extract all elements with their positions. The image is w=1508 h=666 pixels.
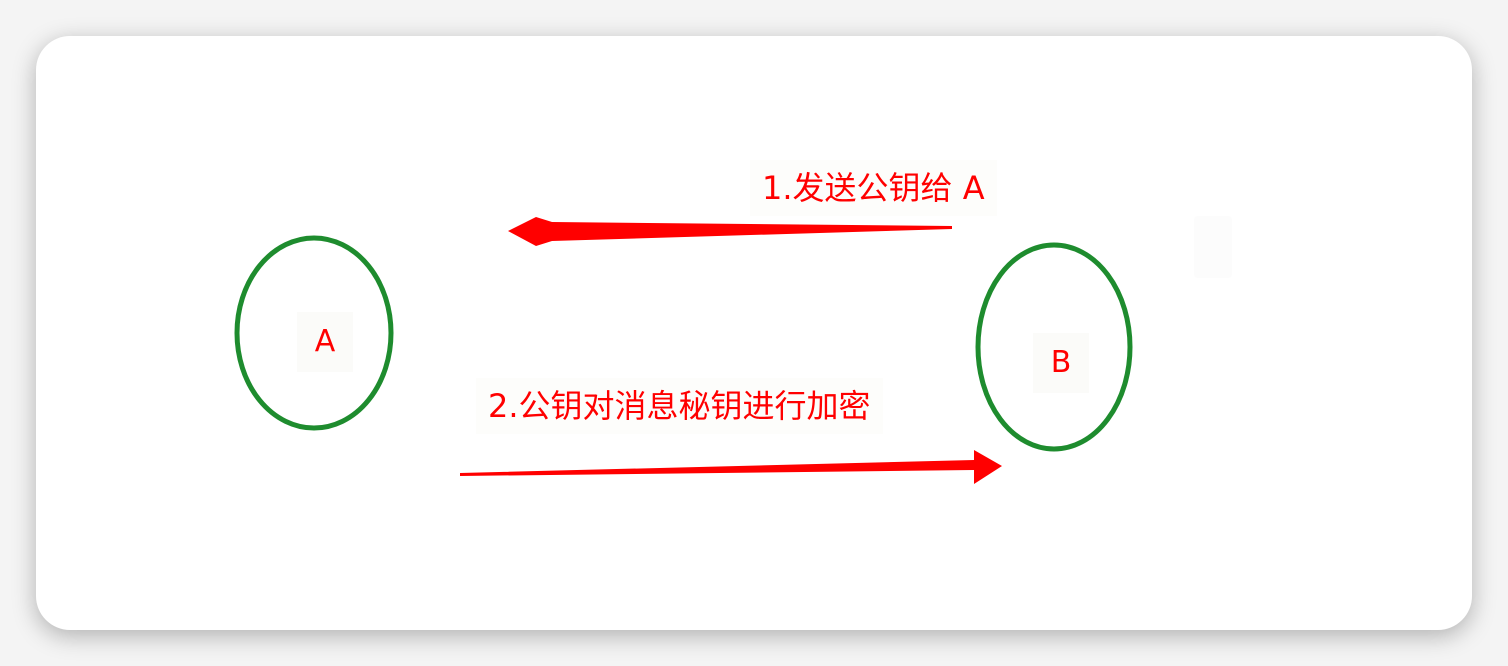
node-b-label: B — [1033, 333, 1089, 393]
diagram-canvas — [234, 217, 1133, 484]
arrow-step1 — [508, 217, 952, 246]
placeholder-box — [1194, 216, 1232, 278]
arrow-step2 — [460, 450, 1002, 484]
edge-label-step2: 2.公钥对消息秘钥进行加密 — [476, 378, 883, 434]
node-a-label: A — [297, 312, 353, 372]
edge-label-step1: 1.发送公钥给 A — [750, 160, 997, 216]
diagram-card: 1.发送公钥给 A 2.公钥对消息秘钥进行加密 A B — [36, 36, 1472, 630]
